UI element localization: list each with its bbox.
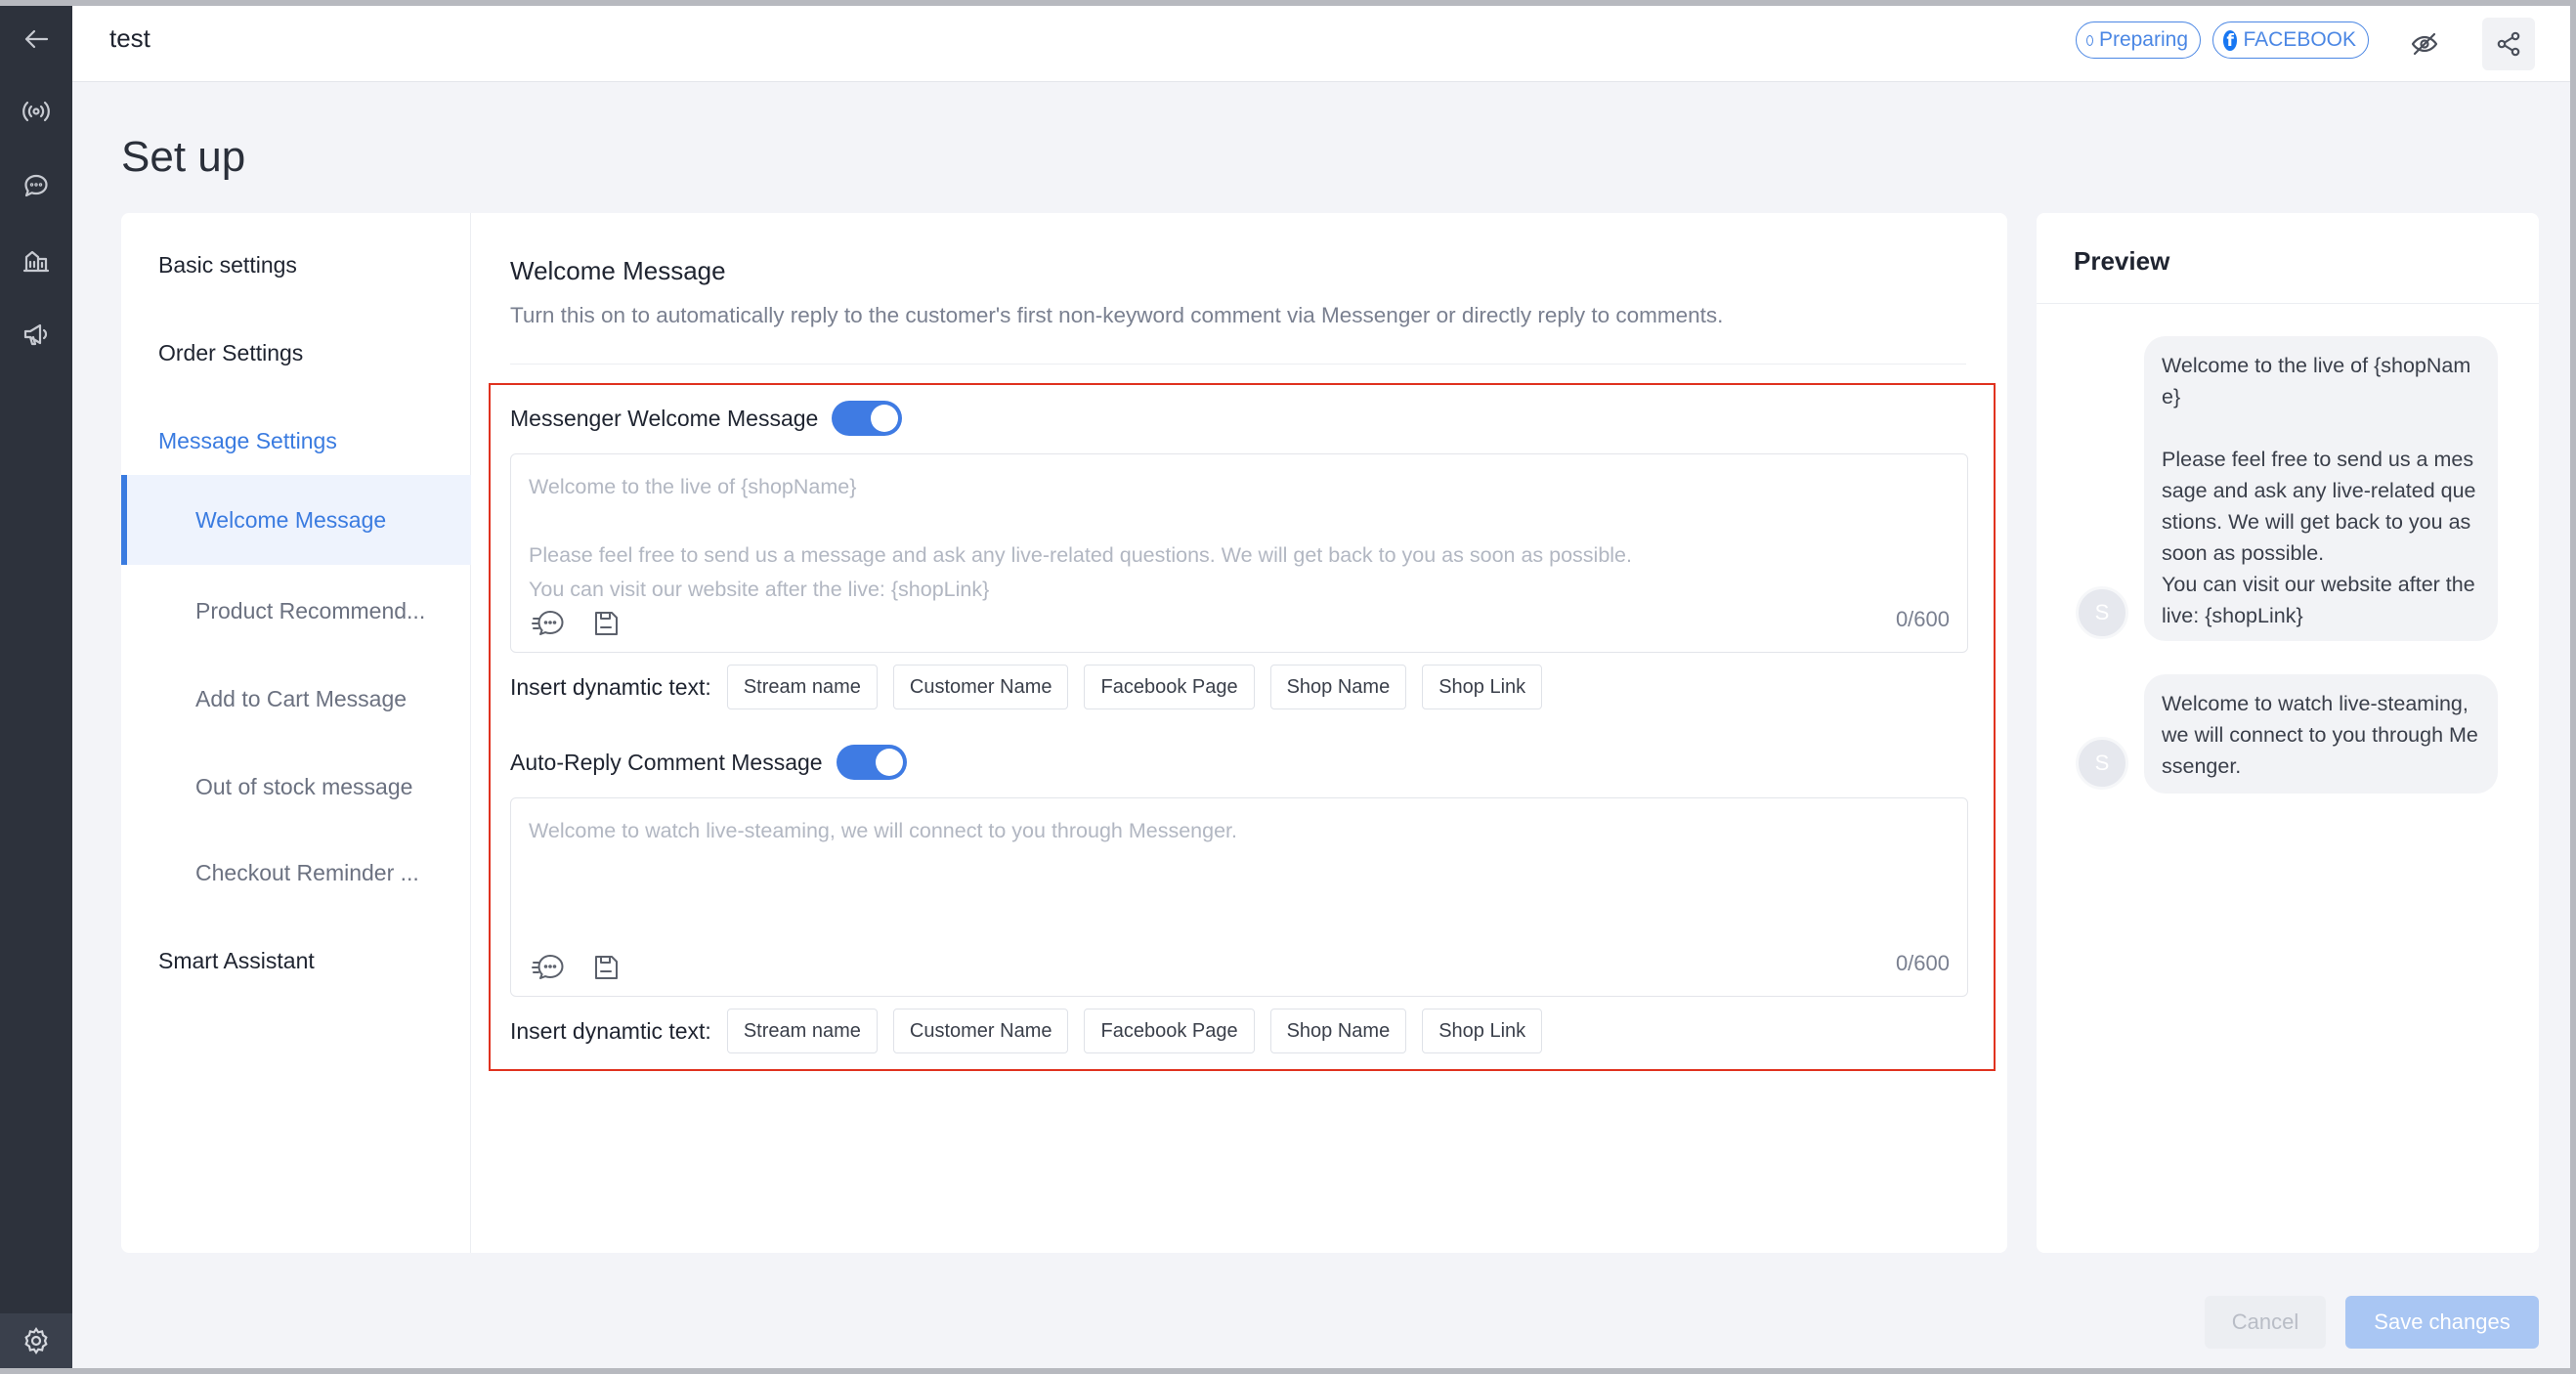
analytics-icon bbox=[22, 250, 50, 273]
nav-basic-settings[interactable]: Basic settings bbox=[121, 221, 471, 309]
stream-title: test bbox=[109, 23, 150, 53]
preview-bubble-comment: Welcome to watch live-steaming, we will … bbox=[2144, 674, 2498, 794]
avatar: S bbox=[2076, 737, 2128, 790]
insert-dynamic-label: Insert dynamtic text: bbox=[510, 1017, 711, 1044]
nav-add-to-cart-message[interactable]: Add to Cart Message bbox=[121, 655, 471, 743]
eye-off-icon bbox=[2411, 32, 2438, 56]
quick-reply-icon bbox=[532, 611, 564, 635]
status-badge: Preparing bbox=[2076, 21, 2201, 59]
nav-checkout-reminder[interactable]: Checkout Reminder ... bbox=[121, 829, 471, 917]
nav-label: Welcome Message bbox=[195, 506, 387, 533]
nav-welcome-message[interactable]: Welcome Message bbox=[121, 475, 471, 565]
quick-reply-button[interactable] bbox=[531, 607, 568, 640]
quick-reply-icon bbox=[532, 955, 564, 979]
auto-reply-char-count: 0/600 bbox=[1895, 951, 1950, 975]
messenger-welcome-placeholder: Welcome to the live of {shopName} Please… bbox=[529, 475, 1632, 601]
preview-bubble-messenger: Welcome to the live of {shopName} Please… bbox=[2144, 336, 2498, 641]
gear-icon bbox=[24, 1327, 48, 1354]
page-title: Set up bbox=[121, 133, 246, 181]
messenger-toolbar bbox=[531, 607, 624, 640]
auto-reply-textarea[interactable]: Welcome to watch live-steaming, we will … bbox=[510, 797, 1968, 997]
chip-shop-link[interactable]: Shop Link bbox=[1422, 665, 1543, 709]
auto-reply-insert-row: Insert dynamtic text: Stream name Custom… bbox=[510, 1009, 1543, 1053]
settings-subnav: Basic settings Order Settings Message Se… bbox=[121, 213, 471, 1253]
status-badge-label: Preparing bbox=[2098, 28, 2188, 51]
window-frame-right bbox=[2570, 0, 2576, 1374]
messenger-welcome-label: Messenger Welcome Message bbox=[510, 405, 819, 431]
auto-reply-row: Auto-Reply Comment Message bbox=[510, 745, 907, 780]
auto-reply-placeholder: Welcome to watch live-steaming, we will … bbox=[529, 819, 1237, 842]
left-rail bbox=[0, 6, 72, 1368]
messenger-welcome-row: Messenger Welcome Message bbox=[510, 401, 903, 436]
chip-shop-link[interactable]: Shop Link bbox=[1422, 1009, 1543, 1053]
chat-icon bbox=[24, 174, 48, 197]
section-title: Welcome Message bbox=[510, 256, 726, 285]
nav-label: Basic settings bbox=[158, 251, 297, 278]
nav-message-settings[interactable]: Message Settings bbox=[121, 397, 471, 485]
share-icon bbox=[2497, 31, 2520, 57]
nav-label: Checkout Reminder ... bbox=[195, 859, 419, 885]
save-icon bbox=[595, 612, 618, 635]
avatar: S bbox=[2076, 586, 2128, 639]
nav-label: Smart Assistant bbox=[158, 947, 315, 973]
section-description: Turn this on to automatically reply to t… bbox=[510, 303, 1724, 327]
rail-analytics-button[interactable] bbox=[0, 229, 72, 291]
chip-facebook-page[interactable]: Facebook Page bbox=[1084, 665, 1255, 709]
save-template-button[interactable] bbox=[587, 951, 624, 984]
chip-customer-name[interactable]: Customer Name bbox=[892, 1009, 1069, 1053]
back-button[interactable] bbox=[0, 8, 72, 70]
nav-order-settings[interactable]: Order Settings bbox=[121, 309, 471, 397]
nav-label: Order Settings bbox=[158, 339, 304, 365]
save-template-button[interactable] bbox=[587, 607, 624, 640]
nav-out-of-stock-message[interactable]: Out of stock message bbox=[121, 743, 471, 831]
nav-label: Out of stock message bbox=[195, 773, 413, 799]
broadcast-icon bbox=[22, 101, 50, 122]
nav-product-recommend[interactable]: Product Recommend... bbox=[121, 567, 471, 655]
megaphone-icon bbox=[23, 323, 48, 346]
quick-reply-button[interactable] bbox=[531, 951, 568, 984]
status-dot-icon bbox=[2086, 34, 2093, 46]
messenger-welcome-textarea[interactable]: Welcome to the live of {shopName} Please… bbox=[510, 453, 1968, 653]
chip-facebook-page[interactable]: Facebook Page bbox=[1084, 1009, 1255, 1053]
platform-badge: f FACEBOOK bbox=[2212, 21, 2369, 59]
chip-shop-name[interactable]: Shop Name bbox=[1269, 1009, 1407, 1053]
messenger-insert-row: Insert dynamtic text: Stream name Custom… bbox=[510, 665, 1543, 709]
auto-reply-toolbar bbox=[531, 951, 624, 984]
preview-title: Preview bbox=[2074, 246, 2170, 276]
cancel-button[interactable]: Cancel bbox=[2205, 1296, 2326, 1349]
settings-content: Welcome Message Turn this on to automati… bbox=[471, 213, 2007, 1253]
hide-preview-button[interactable] bbox=[2398, 18, 2451, 70]
section-divider bbox=[510, 364, 1966, 365]
auto-reply-toggle[interactable] bbox=[836, 745, 907, 780]
nav-label: Add to Cart Message bbox=[195, 685, 408, 711]
top-header: test Preparing f FACEBOOK bbox=[72, 6, 2570, 82]
chip-shop-name[interactable]: Shop Name bbox=[1269, 665, 1407, 709]
rail-live-button[interactable] bbox=[0, 80, 72, 143]
rail-marketing-button[interactable] bbox=[0, 303, 72, 365]
save-icon bbox=[595, 956, 618, 979]
window-frame-bottom bbox=[0, 1368, 2576, 1374]
nav-label: Product Recommend... bbox=[195, 597, 426, 623]
save-changes-button[interactable]: Save changes bbox=[2345, 1296, 2539, 1349]
share-button[interactable] bbox=[2482, 18, 2535, 70]
messenger-char-count: 0/600 bbox=[1895, 607, 1950, 631]
insert-dynamic-label: Insert dynamtic text: bbox=[510, 673, 711, 700]
back-arrow-icon bbox=[24, 29, 49, 49]
nav-label: Message Settings bbox=[158, 427, 337, 453]
facebook-icon: f bbox=[2223, 29, 2238, 51]
preview-divider bbox=[2037, 303, 2539, 304]
chip-stream-name[interactable]: Stream name bbox=[726, 1009, 878, 1053]
settings-card: Basic settings Order Settings Message Se… bbox=[121, 213, 2007, 1253]
rail-chat-button[interactable] bbox=[0, 154, 72, 217]
nav-smart-assistant[interactable]: Smart Assistant bbox=[121, 917, 471, 1005]
rail-settings-button[interactable] bbox=[0, 1313, 72, 1368]
messenger-welcome-toggle[interactable] bbox=[832, 401, 903, 436]
auto-reply-label: Auto-Reply Comment Message bbox=[510, 749, 823, 775]
platform-badge-label: FACEBOOK bbox=[2243, 28, 2356, 51]
chip-stream-name[interactable]: Stream name bbox=[726, 665, 878, 709]
chip-customer-name[interactable]: Customer Name bbox=[892, 665, 1069, 709]
preview-panel: Preview Welcome to the live of {shopName… bbox=[2037, 213, 2539, 1253]
